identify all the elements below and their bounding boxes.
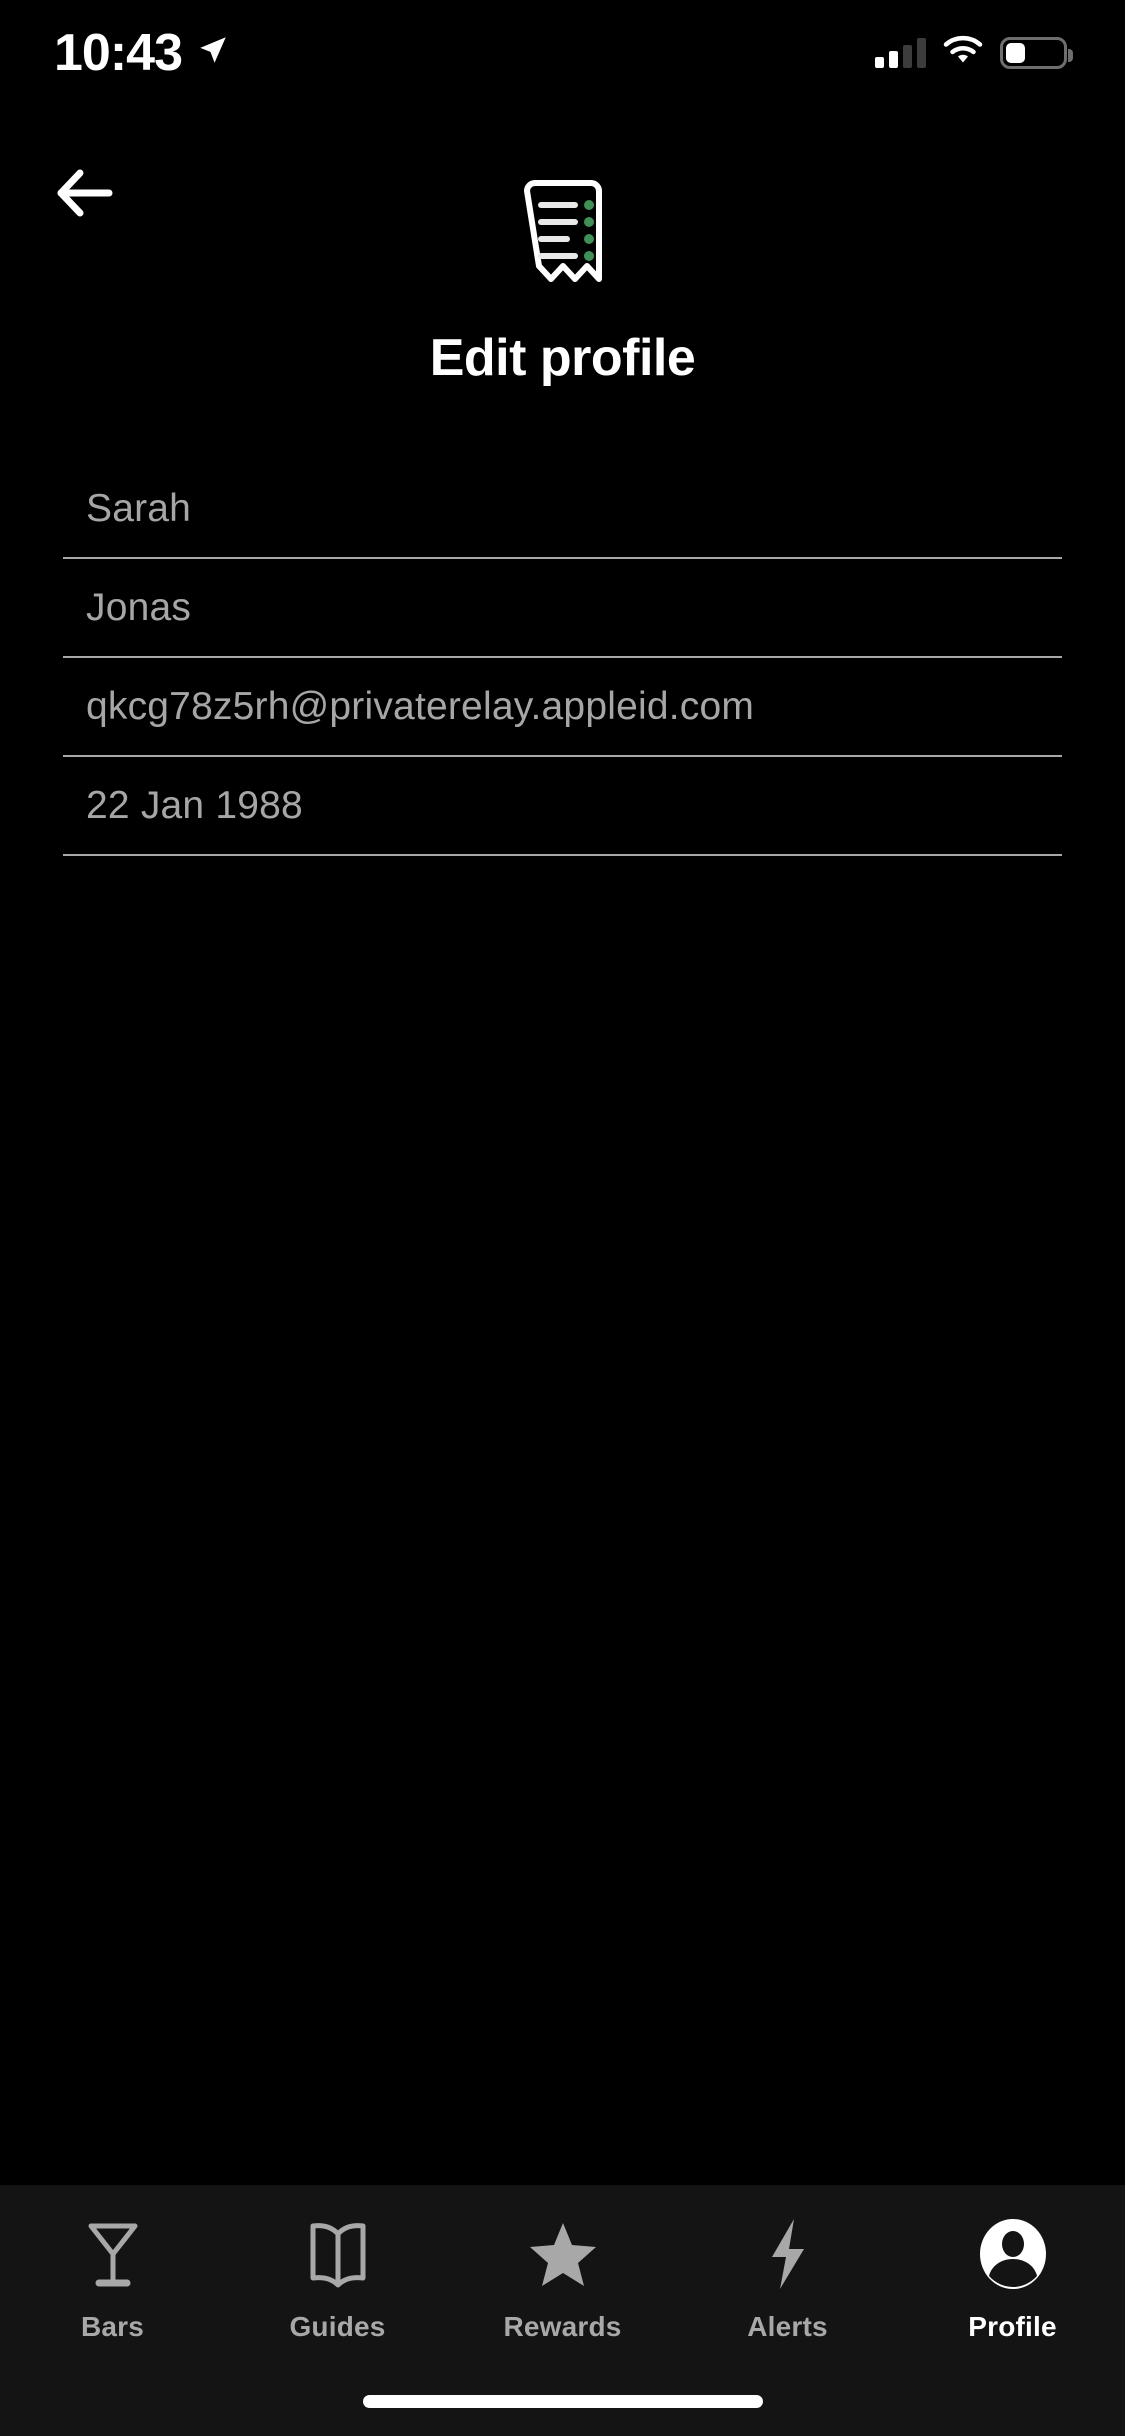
tab-label-alerts: Alerts [747,2311,828,2342]
email-value[interactable]: qkcg78z5rh@privaterelay.appleid.com [86,685,754,729]
edit-profile-form: Sarah Jonas qkcg78z5rh@privaterelay.appl… [63,460,1062,856]
tab-label-bars: Bars [80,2311,145,2342]
first-name-field[interactable]: Sarah [63,460,1062,559]
tab-rewards[interactable]: Rewards [450,2215,675,2343]
tab-alerts[interactable]: Alerts [675,2215,900,2343]
cocktail-glass-icon [83,2215,143,2293]
star-icon [528,2215,598,2293]
status-bar: 10:43 [0,0,1125,105]
location-arrow-icon [196,33,230,72]
tab-label-rewards: Rewards [503,2311,622,2342]
tab-label-profile: Profile [968,2311,1057,2342]
tab-label-guides: Guides [289,2311,386,2342]
tab-guides[interactable]: Guides [225,2215,450,2343]
battery-icon [1000,36,1073,69]
status-bar-right [875,35,1073,70]
status-bar-left: 10:43 [54,27,230,79]
date-of-birth-value[interactable]: 22 Jan 1988 [86,784,303,828]
home-indicator[interactable] [362,2395,763,2408]
lightning-bolt-icon [766,2215,810,2293]
page-title: Edit profile [429,329,696,387]
cellular-signal-icon [875,37,926,68]
first-name-value[interactable]: Sarah [86,487,191,531]
status-bar-clock: 10:43 [54,23,183,82]
back-button[interactable] [32,150,136,240]
email-field[interactable]: qkcg78z5rh@privaterelay.appleid.com [63,658,1062,757]
receipt-bill-icon [515,177,611,294]
last-name-value[interactable]: Jonas [86,586,191,630]
person-circle-icon [978,2215,1048,2293]
back-arrow-icon [53,167,115,224]
tab-bars[interactable]: Bars [0,2215,225,2343]
open-book-icon [307,2215,369,2293]
tab-profile[interactable]: Profile [900,2215,1125,2343]
wifi-icon [943,35,983,70]
app-logo [488,170,638,300]
date-of-birth-field[interactable]: 22 Jan 1988 [63,757,1062,856]
last-name-field[interactable]: Jonas [63,559,1062,658]
